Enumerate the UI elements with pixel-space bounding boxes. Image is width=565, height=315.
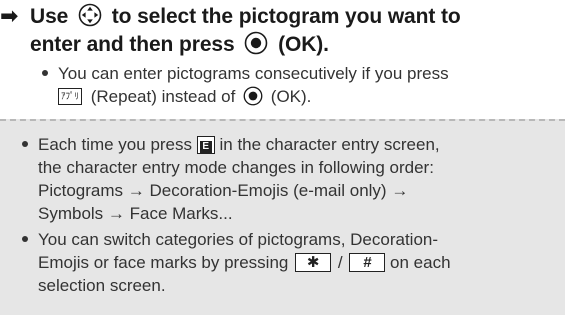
- sub-text-consecutive: You can enter pictograms consecutively i…: [58, 64, 449, 83]
- sub-text-repeat: (Repeat) instead of: [90, 87, 236, 106]
- hash-key-icon: #: [349, 253, 386, 273]
- note-2-text-b: Emojis or face marks by pressing: [38, 253, 289, 272]
- bullet-dot: [22, 235, 28, 242]
- step-text-select: to select the pictogram you want to: [111, 5, 461, 28]
- note-1-line-1: Each time you press E in the character e…: [22, 133, 440, 156]
- sub-text-ok: (OK).: [270, 87, 312, 106]
- note-2-line-1: You can switch categories of pictograms,…: [22, 228, 438, 251]
- repeat-key-icon: ｱﾌﾟﾘ: [58, 88, 82, 106]
- step-text-use: Use: [30, 5, 69, 28]
- step-line-1: ➡ Use to select the pictogram you want to: [0, 2, 461, 31]
- note-1-text-b: in the character entry screen,: [219, 135, 440, 154]
- note-2-line-3: selection screen.: [38, 276, 166, 295]
- multi-direction-key-icon: [78, 3, 102, 27]
- note-2-text-c: on each: [390, 253, 451, 272]
- step-line-2: enter and then press (OK).: [30, 31, 329, 59]
- note-1-line-4: Symbols → Face Marks...: [38, 204, 233, 223]
- sub-bullet-line-1: You can enter pictograms consecutively i…: [42, 63, 449, 85]
- note-2-line-2: Emojis or face marks by pressing ✱ / # o…: [38, 251, 451, 274]
- note-1-text-a: Each time you press: [38, 135, 193, 154]
- ok-center-key-icon: [243, 86, 263, 106]
- step-text-ok: (OK).: [278, 33, 329, 56]
- note-box: Each time you press E in the character e…: [0, 119, 565, 315]
- note-1-line-3: Pictograms → Decoration-Emojis (e-mail o…: [38, 181, 409, 200]
- ok-center-key-icon: [244, 31, 268, 55]
- star-key-icon: ✱: [295, 253, 332, 273]
- mode-key-icon: E: [196, 135, 215, 154]
- bullet-dot: [42, 69, 48, 76]
- key-separator: /: [337, 253, 343, 272]
- sub-bullet-line-2: ｱﾌﾟﾘ (Repeat) instead of (OK).: [58, 86, 311, 108]
- arrow-icon: ➡: [0, 3, 19, 28]
- step-text-enter-press: enter and then press: [30, 33, 235, 56]
- note-2-text-a: You can switch categories of pictograms,…: [38, 230, 439, 249]
- bullet-dot: [22, 140, 28, 147]
- note-1-line-2: the character entry mode changes in foll…: [38, 158, 434, 177]
